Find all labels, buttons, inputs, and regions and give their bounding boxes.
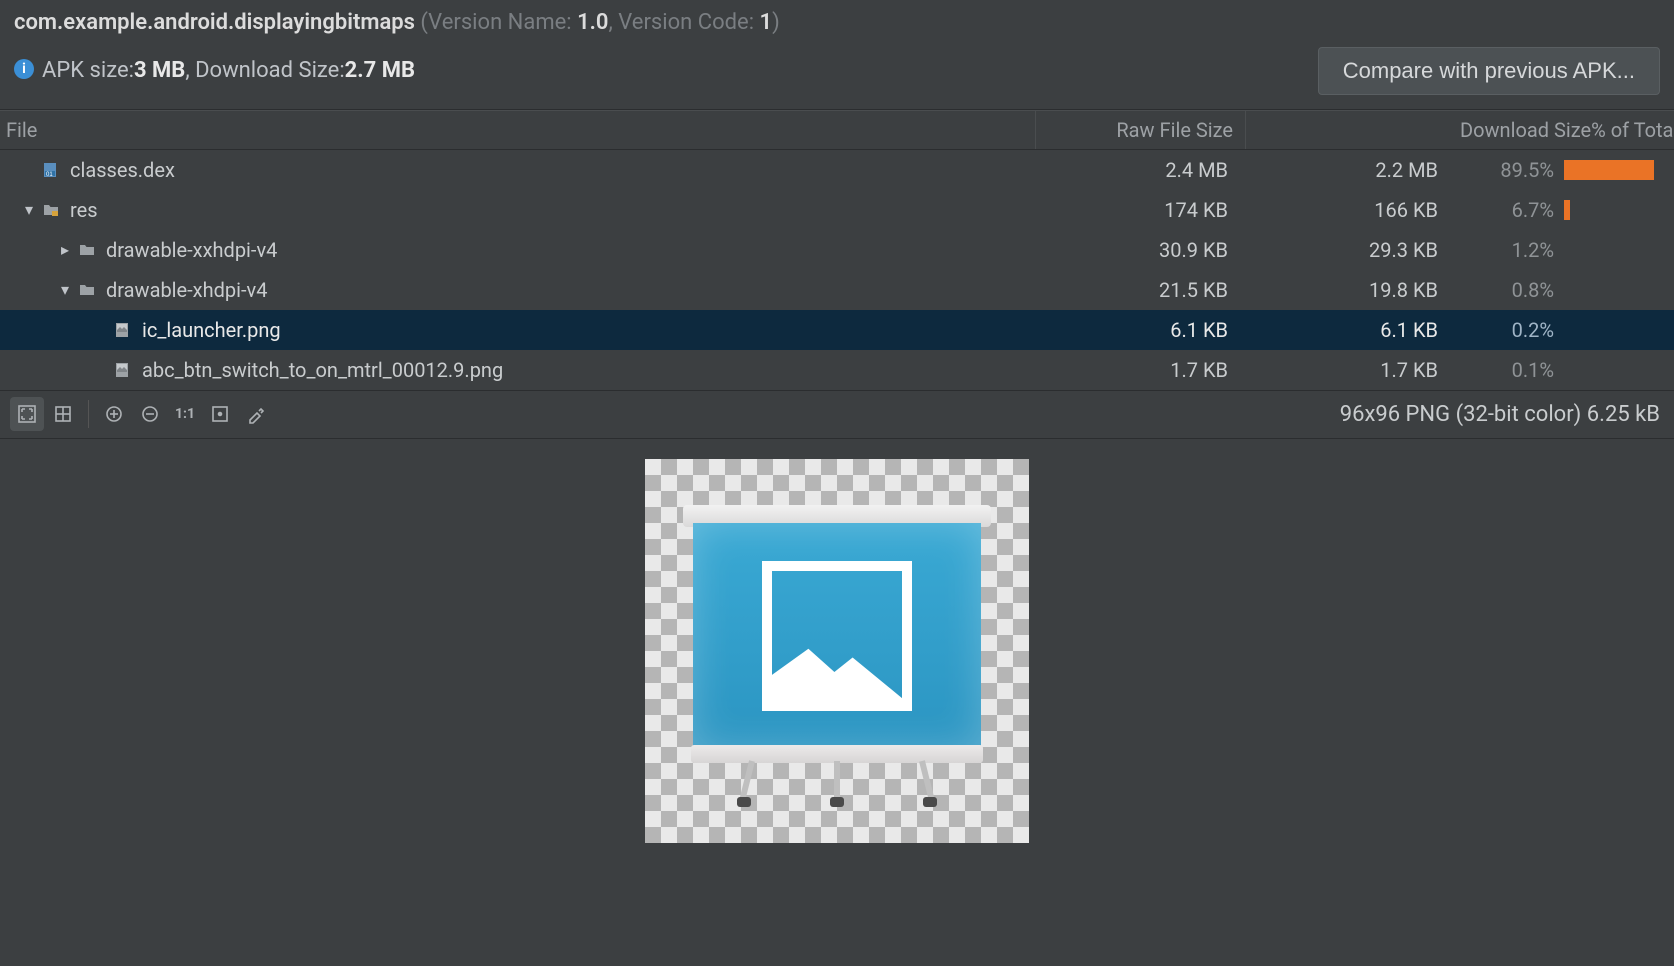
image-canvas[interactable] (0, 439, 1674, 966)
table-row[interactable]: ▸ drawable-xxhdpi-v4 30.9 KB29.3 KB1.2% (0, 230, 1674, 270)
table-row[interactable]: ▾ drawable-xhdpi-v4 21.5 KB19.8 KB0.8% (0, 270, 1674, 310)
version-name-label: (Version Name: (415, 10, 577, 35)
download-size: 2.2 MB (1246, 158, 1456, 182)
download-size: 6.1 KB (1246, 318, 1456, 342)
grid-button[interactable] (46, 397, 80, 431)
actual-size-button[interactable]: 1:1 (169, 397, 201, 431)
version-code: 1 (760, 10, 773, 35)
raw-size: 21.5 KB (1036, 278, 1246, 302)
table-row[interactable]: abc_btn_switch_to_on_mtrl_00012.9.png 1.7… (0, 350, 1674, 390)
folder-icon (76, 239, 98, 261)
percent: 0.2% (1456, 318, 1564, 342)
transparency-checkerboard (645, 459, 1029, 843)
chevron-right-icon[interactable]: ▸ (54, 240, 76, 259)
col-download-pct[interactable]: Download Size% of Total Download ... (1456, 111, 1674, 149)
info-icon: i (14, 59, 34, 79)
chevron-down-icon[interactable]: ▾ (54, 280, 76, 299)
dex-icon: 01 (40, 159, 62, 181)
table-row[interactable]: ▾ res 174 KB166 KB6.7% (0, 190, 1674, 230)
folder-icon (40, 199, 62, 221)
folder-icon (76, 279, 98, 301)
image-icon (112, 319, 134, 341)
preview-toolbar: 1:1 96x96 PNG (32-bit color) 6.25 kB (0, 391, 1674, 439)
raw-size: 174 KB (1036, 198, 1246, 222)
package-name: com.example.android.displayingbitmaps (14, 10, 415, 35)
download-size: 1.7 KB (1246, 358, 1456, 382)
download-size: 29.3 KB (1246, 238, 1456, 262)
zoom-in-button[interactable] (97, 397, 131, 431)
apk-size-label: APK size: (42, 58, 134, 83)
file-name: ic_launcher.png (142, 318, 281, 342)
file-table: File Raw File Size Download Size% of Tot… (0, 109, 1674, 390)
zoom-out-button[interactable] (133, 397, 167, 431)
percent-bar (1564, 160, 1674, 180)
apk-header: com.example.android.displayingbitmaps (V… (0, 0, 1674, 43)
percent: 6.7% (1456, 198, 1564, 222)
svg-text:01: 01 (46, 172, 53, 178)
file-name: classes.dex (70, 158, 175, 182)
col-raw[interactable]: Raw File Size (1036, 111, 1246, 149)
download-size: 166 KB (1246, 198, 1456, 222)
col-file[interactable]: File (0, 111, 1036, 149)
image-icon (112, 359, 134, 381)
paren-close: ) (772, 10, 780, 35)
apk-size-value: 3 MB (134, 58, 185, 83)
percent: 89.5% (1456, 158, 1564, 182)
percent: 0.8% (1456, 278, 1564, 302)
focus-button[interactable] (203, 397, 237, 431)
color-picker-button[interactable] (239, 397, 273, 431)
table-body: 01 classes.dex 2.4 MB2.2 MB89.5% ▾ res 174 KB… (0, 150, 1674, 390)
percent-bar (1564, 200, 1674, 220)
image-info: 96x96 PNG (32-bit color) 6.25 kB (1340, 402, 1660, 427)
table-row[interactable]: 01 classes.dex 2.4 MB2.2 MB89.5% (0, 150, 1674, 190)
file-name: res (70, 198, 98, 222)
table-row[interactable]: ic_launcher.png6.1 KB6.1 KB0.2% (0, 310, 1674, 350)
table-header[interactable]: File Raw File Size Download Size% of Tot… (0, 110, 1674, 150)
download-size: 19.8 KB (1246, 278, 1456, 302)
apk-sizes: i APK size: 3 MB , Download Size: 2.7 MB (14, 58, 415, 83)
raw-size: 1.7 KB (1036, 358, 1246, 382)
file-name: drawable-xxhdpi-v4 (106, 238, 277, 262)
fit-to-window-button[interactable] (10, 397, 44, 431)
download-size-label: , Download Size: (185, 58, 344, 83)
raw-size: 30.9 KB (1036, 238, 1246, 262)
file-name: drawable-xhdpi-v4 (106, 278, 267, 302)
percent: 0.1% (1456, 358, 1564, 382)
compare-button[interactable]: Compare with previous APK... (1318, 47, 1660, 95)
raw-size: 6.1 KB (1036, 318, 1246, 342)
file-name: abc_btn_switch_to_on_mtrl_00012.9.png (142, 358, 503, 382)
chevron-down-icon[interactable]: ▾ (18, 200, 40, 219)
launcher-icon-preview (677, 491, 997, 811)
version-name: 1.0 (577, 10, 608, 35)
percent: 1.2% (1456, 238, 1564, 262)
toolbar-divider (88, 400, 89, 428)
image-preview-panel: 1:1 96x96 PNG (32-bit color) 6.25 kB (0, 390, 1674, 966)
download-size-value: 2.7 MB (345, 58, 415, 83)
version-code-label: , Version Code: (608, 10, 759, 35)
raw-size: 2.4 MB (1036, 158, 1246, 182)
